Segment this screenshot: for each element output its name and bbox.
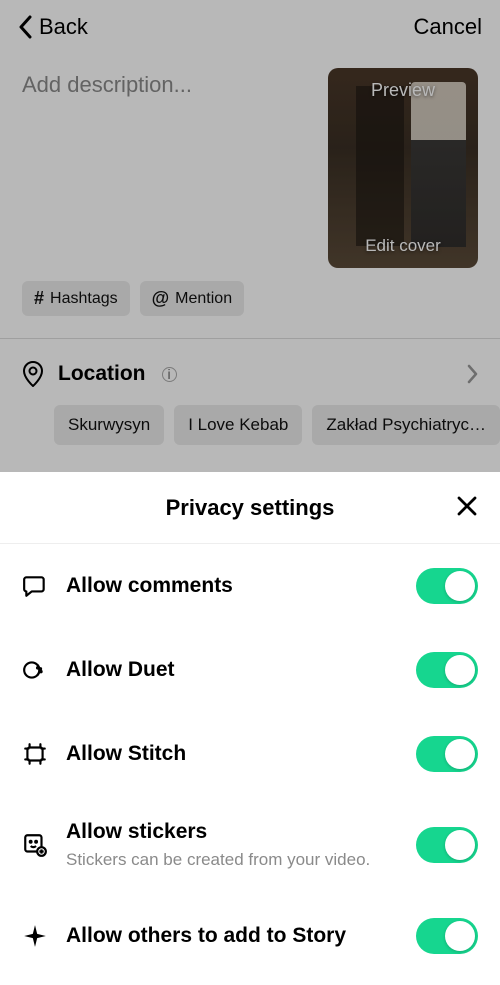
toggle-comments[interactable] [416,568,478,604]
setting-allow-duet: Allow Duet [0,628,500,712]
setting-allow-comments: Allow comments [0,544,500,628]
sparkle-icon [22,923,48,949]
stitch-icon [22,741,48,767]
sheet-title: Privacy settings [166,495,335,521]
sheet-header: Privacy settings [0,472,500,544]
setting-subtitle: Stickers can be created from your video. [66,850,398,870]
setting-label: Allow Duet [66,658,398,682]
toggle-stitch[interactable] [416,736,478,772]
modal-overlay[interactable] [0,0,500,472]
sticker-icon [22,832,48,858]
setting-label: Allow stickers [66,820,398,844]
setting-label: Allow comments [66,574,398,598]
toggle-stickers[interactable] [416,827,478,863]
setting-label: Allow Stitch [66,742,398,766]
setting-allow-story: Allow others to add to Story [0,894,500,978]
privacy-sheet: Privacy settings Allow comments Allow Du… [0,472,500,985]
setting-label: Allow others to add to Story [66,924,398,948]
setting-allow-stickers: Allow stickers Stickers can be created f… [0,796,500,894]
comment-icon [22,573,48,599]
toggle-story[interactable] [416,918,478,954]
setting-allow-stitch: Allow Stitch [0,712,500,796]
close-button[interactable] [456,495,478,521]
duet-icon [22,657,48,683]
close-icon [456,495,478,517]
toggle-duet[interactable] [416,652,478,688]
